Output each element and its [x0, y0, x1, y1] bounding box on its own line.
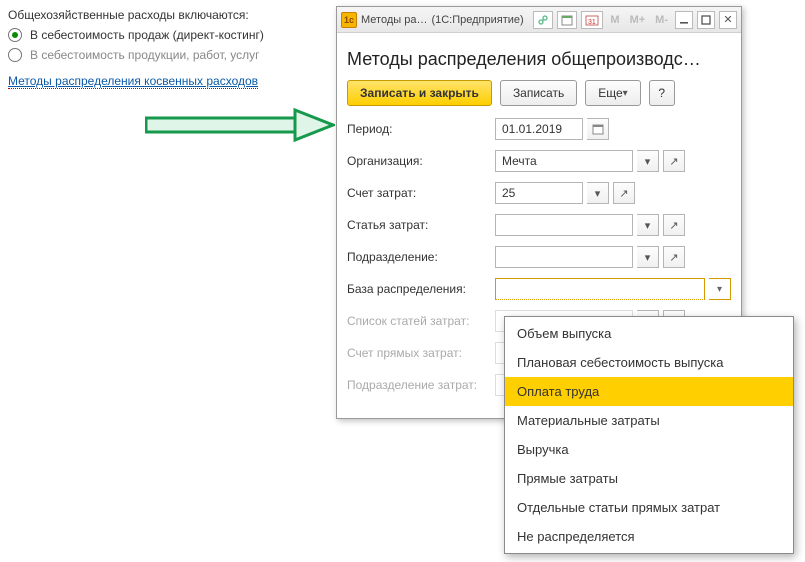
- organization-label: Организация:: [347, 154, 495, 168]
- dialog-toolbar: Записать и закрыть Записать Еще ?: [347, 80, 731, 106]
- calendar-picker-icon[interactable]: [587, 118, 609, 140]
- dropdown-item[interactable]: Выручка: [505, 435, 793, 464]
- row-cost-account: Счет затрат: ▾ ↗: [347, 182, 731, 204]
- cost-account-label: Счет затрат:: [347, 186, 495, 200]
- row-period: Период:: [347, 118, 731, 140]
- dropdown-icon[interactable]: ▾: [637, 214, 659, 236]
- dropdown-item[interactable]: Оплата труда: [505, 377, 793, 406]
- cost-article-label: Статья затрат:: [347, 218, 495, 232]
- department-label: Подразделение:: [347, 250, 495, 264]
- more-button[interactable]: Еще: [585, 80, 640, 106]
- radio-icon: [8, 48, 22, 62]
- maximize-button[interactable]: [697, 11, 715, 29]
- titlebar[interactable]: 1c Методы ра… (1С:Предприятие) 31 M M+ M…: [337, 7, 741, 33]
- department-input[interactable]: [495, 246, 633, 268]
- dropdown-icon[interactable]: ▾: [637, 150, 659, 172]
- cost-article-input[interactable]: [495, 214, 633, 236]
- distribution-base-input[interactable]: [495, 278, 705, 300]
- period-label: Период:: [347, 122, 495, 136]
- distribution-base-label: База распределения:: [347, 282, 495, 296]
- row-department: Подразделение: ▾ ↗: [347, 246, 731, 268]
- dropdown-item[interactable]: Не распределяется: [505, 522, 793, 551]
- dropdown-item[interactable]: Отдельные статьи прямых затрат: [505, 493, 793, 522]
- cost-account-input[interactable]: [495, 182, 583, 204]
- dropdown-item[interactable]: Объем выпуска: [505, 319, 793, 348]
- open-ref-icon[interactable]: ↗: [663, 150, 685, 172]
- close-button[interactable]: ✕: [719, 11, 737, 29]
- window-subtitle: (1С:Предприятие): [431, 14, 523, 26]
- indirect-costs-link[interactable]: Методы распределения косвенных расходов: [8, 74, 258, 89]
- open-ref-icon[interactable]: ↗: [663, 246, 685, 268]
- calendar-icon[interactable]: [557, 11, 577, 29]
- radio-option-cost-of-products[interactable]: В себестоимость продукции, работ, услуг: [8, 48, 328, 62]
- pointer-arrow: [145, 108, 335, 145]
- save-and-close-button[interactable]: Записать и закрыть: [347, 80, 492, 106]
- radio-icon: [8, 28, 22, 42]
- radio-label: В себестоимость продаж (директ-костинг): [30, 28, 264, 42]
- cost-department-label: Подразделение затрат:: [347, 378, 495, 392]
- memory-mminus-icon: M-: [652, 14, 671, 26]
- calendar-31-icon[interactable]: 31: [581, 11, 603, 29]
- direct-cost-account-label: Счет прямых затрат:: [347, 346, 495, 360]
- radio-label: В себестоимость продукции, работ, услуг: [30, 48, 260, 62]
- row-distribution-base: База распределения: ▾: [347, 278, 731, 300]
- open-ref-icon[interactable]: ↗: [663, 214, 685, 236]
- dropdown-item[interactable]: Прямые затраты: [505, 464, 793, 493]
- row-organization: Организация: ▾ ↗: [347, 150, 731, 172]
- save-button[interactable]: Записать: [500, 80, 577, 106]
- window-title: Методы ра…: [361, 14, 427, 26]
- organization-input[interactable]: [495, 150, 633, 172]
- dropdown-item[interactable]: Плановая себестоимость выпуска: [505, 348, 793, 377]
- dropdown-icon[interactable]: ▾: [709, 278, 731, 300]
- settings-panel: Общехозяйственные расходы включаются: В …: [8, 8, 328, 89]
- period-input[interactable]: [495, 118, 583, 140]
- dropdown-icon[interactable]: ▾: [637, 246, 659, 268]
- open-ref-icon[interactable]: ↗: [613, 182, 635, 204]
- svg-text:31: 31: [588, 19, 596, 26]
- dialog-heading: Методы распределения общепроизводс…: [347, 49, 731, 70]
- row-cost-article: Статья затрат: ▾ ↗: [347, 214, 731, 236]
- memory-m-icon: M: [607, 14, 622, 26]
- memory-mplus-icon: M+: [627, 14, 649, 26]
- distribution-base-dropdown[interactable]: Объем выпускаПлановая себестоимость выпу…: [504, 316, 794, 554]
- app-icon: 1c: [341, 12, 357, 28]
- article-list-label: Список статей затрат:: [347, 314, 495, 328]
- help-button[interactable]: ?: [649, 80, 675, 106]
- minimize-button[interactable]: [675, 11, 693, 29]
- dropdown-item[interactable]: Материальные затраты: [505, 406, 793, 435]
- toolbar-link-icon[interactable]: [533, 11, 553, 29]
- section-heading: Общехозяйственные расходы включаются:: [8, 8, 328, 22]
- dropdown-icon[interactable]: ▾: [587, 182, 609, 204]
- radio-option-direct-costing[interactable]: В себестоимость продаж (директ-костинг): [8, 28, 328, 42]
